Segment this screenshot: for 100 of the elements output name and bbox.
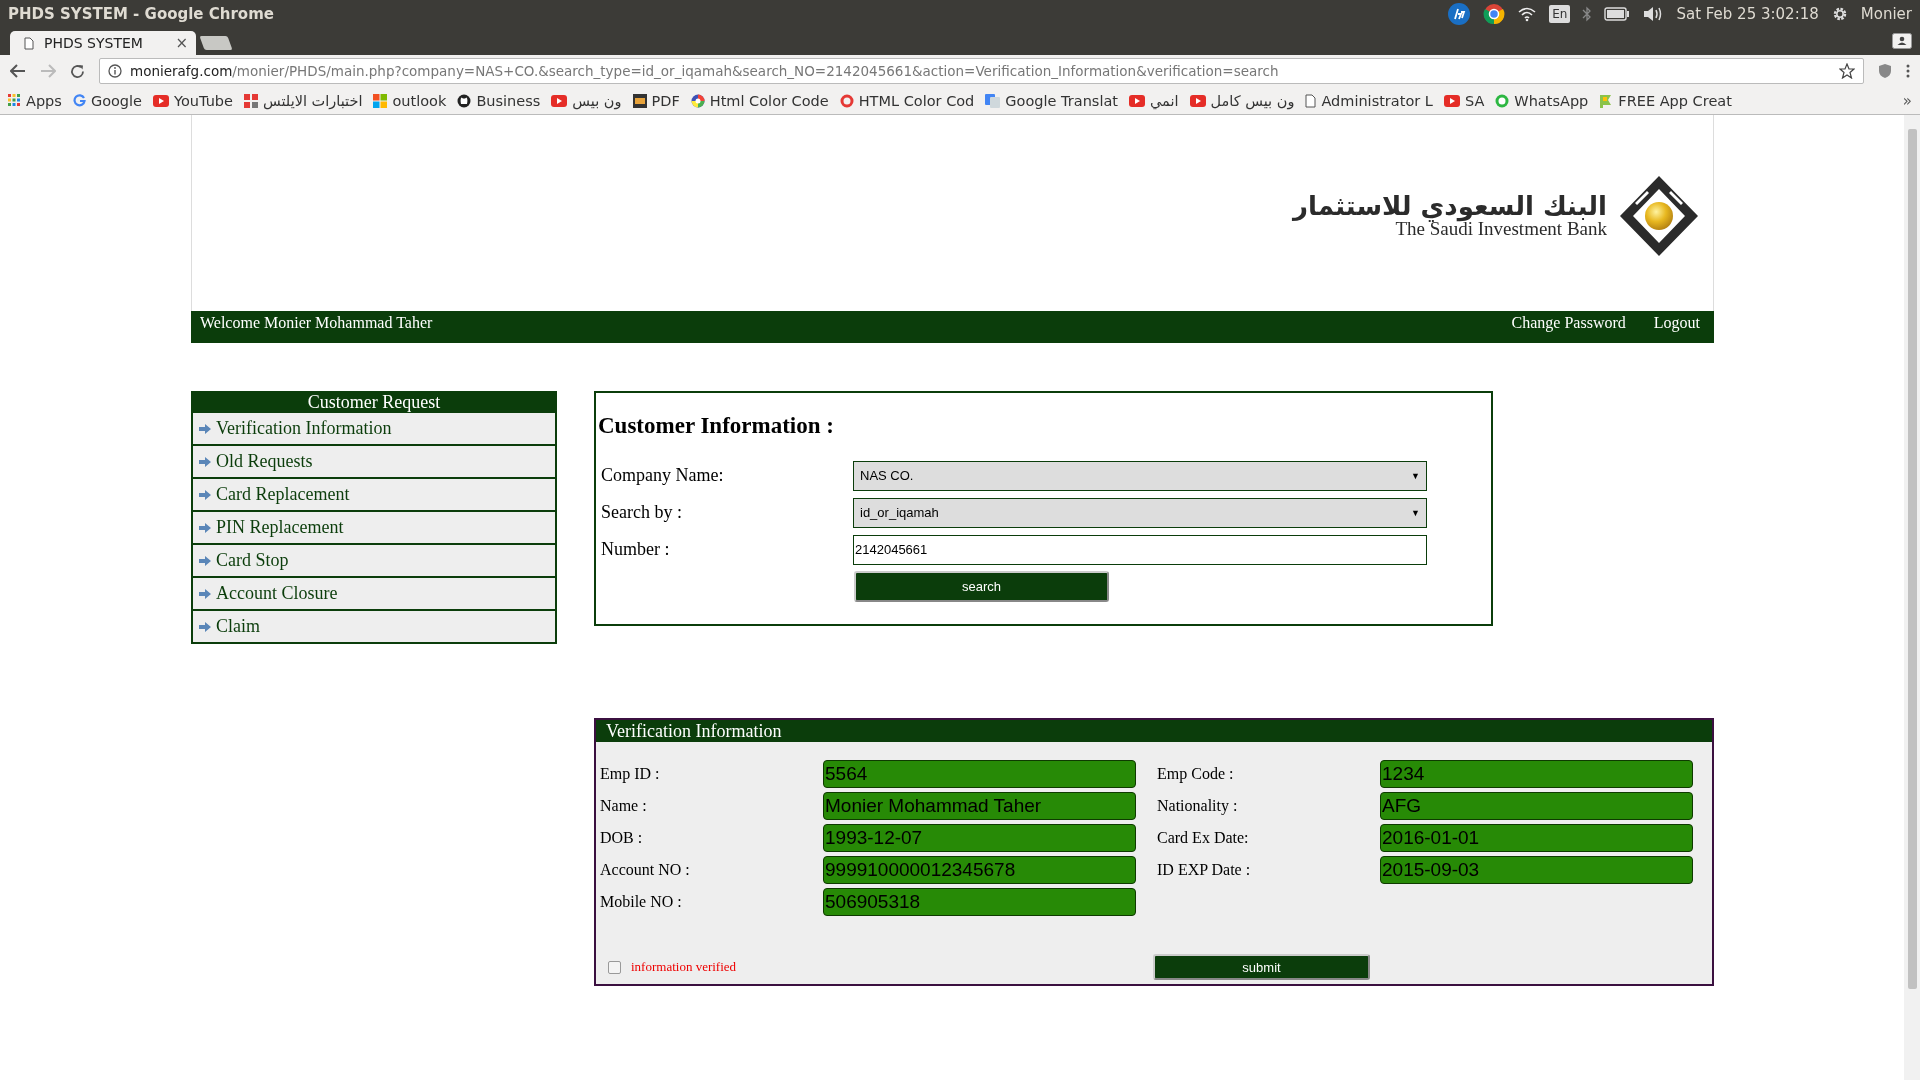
field-label: Account NO : (600, 861, 691, 879)
address-bar[interactable]: monierafg.com/monier/PHDS/main.php?company=NAS+CO.&search_type=id_or_iqamah&search_NO=2142045661&action=Verification_Information&verification=search (99, 58, 1864, 84)
new-tab-button[interactable] (199, 36, 233, 50)
menu-icon[interactable] (1906, 64, 1910, 78)
bookmark[interactable]: outlook (373, 92, 447, 109)
submit-button[interactable]: submit (1153, 954, 1370, 980)
shield-icon[interactable] (1878, 63, 1892, 79)
bookmark[interactable]: WhatsApp (1495, 92, 1589, 109)
number-field[interactable]: 2142045661 (853, 534, 1427, 565)
windows-logo-icon (373, 93, 388, 108)
nav-link[interactable]: Logout (1653, 314, 1700, 332)
sidebar-item[interactable]: Card Replacement (193, 479, 555, 510)
color-wheel-icon (690, 93, 705, 108)
value-field[interactable]: AFG (1380, 792, 1693, 820)
play-icon (1443, 94, 1460, 107)
bookmark[interactable]: Google Translat (985, 92, 1118, 109)
field-label: ID EXP Date : (1157, 861, 1252, 879)
document-icon (632, 93, 647, 108)
reload-icon[interactable] (70, 63, 85, 79)
value-field[interactable]: 5564 (823, 760, 1136, 788)
bookmark[interactable]: FREE App Creat (1599, 92, 1732, 109)
play-icon (153, 94, 170, 107)
bookmark[interactable]: YouTube (153, 92, 233, 109)
page-icon (1305, 93, 1317, 108)
field-label: Emp ID : (600, 765, 661, 783)
arrow-icon (199, 456, 211, 467)
sidebar-title: Customer Request (306, 391, 442, 411)
arrow-icon (199, 588, 211, 599)
clock[interactable]: Sat Feb 25 3:02:18 (1676, 5, 1819, 23)
sidebar-item[interactable]: Old Requests (193, 446, 555, 477)
field-label: Name : (600, 797, 648, 815)
wifi-icon[interactable] (1517, 6, 1538, 22)
back-icon[interactable] (10, 64, 26, 78)
field-label: Nationality : (1157, 797, 1239, 815)
arrow-icon (199, 621, 211, 632)
play-icon (1129, 94, 1145, 107)
close-tab-button[interactable]: × (175, 34, 188, 52)
scrollbar[interactable] (1904, 115, 1920, 1080)
info-icon (108, 64, 122, 78)
sidebar-item[interactable]: Claim (193, 611, 555, 642)
value-field[interactable]: 506905318 (823, 888, 1136, 916)
play-icon (551, 94, 568, 107)
value-field[interactable]: 1234 (1380, 760, 1693, 788)
field-label: Company Name: (600, 465, 725, 486)
translate-icon (985, 93, 1001, 108)
nav-link[interactable]: Change Password (1511, 314, 1626, 332)
field-label: Mobile NO : (600, 893, 683, 911)
arrow-icon (199, 423, 211, 434)
battery-icon[interactable] (1604, 7, 1631, 21)
profile-icon[interactable] (1892, 33, 1912, 49)
keyboard-layout-indicator[interactable]: En (1549, 5, 1571, 23)
bookmark[interactable]: PDF (632, 92, 680, 109)
field-label: DOB : (600, 829, 644, 847)
bookmark[interactable]: Apps (8, 92, 62, 109)
ring-icon (839, 93, 854, 108)
bookmark[interactable]: SA (1443, 92, 1485, 109)
panel-title: Verification Information (596, 720, 1712, 742)
search-button[interactable]: search (854, 571, 1109, 602)
company-select[interactable]: NAS CO. ▼ (853, 460, 1427, 491)
value-field[interactable]: 1993-12-07 (823, 824, 1136, 852)
bookmark[interactable]: انمي (1129, 92, 1179, 109)
panel-title: Customer Information : (598, 413, 835, 439)
value-field[interactable]: 2015-09-03 (1380, 856, 1693, 884)
value-field[interactable]: Monier Mohammad Taher (823, 792, 1136, 820)
checkbox[interactable] (608, 960, 621, 974)
bluetooth-icon[interactable] (1582, 5, 1593, 23)
search-by-select[interactable]: id_or_iqamah ▼ (853, 497, 1427, 528)
browser-tab[interactable]: PHDS SYSTEM × (10, 31, 196, 55)
bookmark[interactable]: HTML Color Cod (839, 92, 975, 109)
field-label: Search by : (600, 502, 683, 523)
diamond-logo-icon (1619, 175, 1699, 257)
sidebar-item[interactable]: Verification Information (193, 413, 555, 444)
bookmark[interactable]: Google (72, 92, 143, 109)
bookmark[interactable]: ون بيس كامل (1189, 92, 1295, 109)
value-field[interactable]: 2016-01-01 (1380, 824, 1693, 852)
chrome-icon[interactable] (1483, 3, 1506, 25)
window-title: PHDS SYSTEM - Google Chrome (8, 5, 274, 23)
bookmark[interactable]: ون بيس (551, 92, 622, 109)
g-letter-icon (72, 94, 86, 107)
checkbox-label[interactable]: information verified (631, 959, 737, 975)
value-field[interactable]: 999910000012345678 (823, 856, 1136, 884)
page-icon (24, 36, 34, 50)
arrow-icon (199, 522, 211, 533)
bookmark[interactable]: Html Color Code (690, 92, 829, 109)
field-label: Emp Code : (1157, 765, 1235, 783)
play-icon (1189, 94, 1206, 107)
user-name[interactable]: Monier (1860, 5, 1912, 23)
bookmark[interactable]: Business (457, 92, 541, 109)
bookmark[interactable]: Administrator L (1305, 92, 1433, 109)
bookmark[interactable]: اختبارات الايلتس (244, 92, 363, 109)
field-label: Number : (600, 539, 671, 560)
arrow-icon (199, 489, 211, 500)
hp-logo-icon[interactable] (1447, 2, 1472, 26)
bookmark-star-icon[interactable] (1839, 63, 1855, 79)
field-label: Card Ex Date: (1157, 829, 1250, 847)
sidebar-item[interactable]: PIN Replacement (193, 512, 555, 543)
sidebar-item[interactable]: Card Stop (193, 545, 555, 576)
sidebar-item[interactable]: Account Closure (193, 578, 555, 609)
more-bookmarks-button[interactable]: » (1902, 91, 1912, 110)
welcome-text: Welcome Monier Mohammad Taher (200, 314, 433, 332)
